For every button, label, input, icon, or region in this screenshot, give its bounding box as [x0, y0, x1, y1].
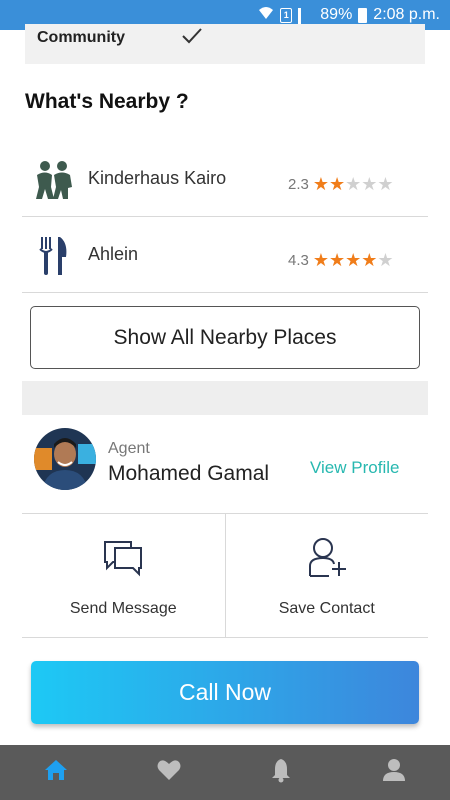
nav-notifications[interactable] — [251, 745, 311, 800]
user-icon — [381, 757, 407, 788]
sim-icon: 1 — [280, 7, 293, 23]
send-message-label: Send Message — [69, 600, 177, 617]
children-icon — [32, 159, 76, 201]
star-empty-icon: ★ — [345, 174, 362, 194]
view-profile-link[interactable]: View Profile — [310, 458, 399, 478]
nearby-name: Kinderhaus Kairo — [88, 168, 227, 188]
amenity-row: Community — [25, 24, 425, 64]
star-filled-icon: ★ — [361, 250, 378, 270]
check-icon — [181, 27, 203, 45]
nearby-item[interactable]: Ahlein 4.3 ★ ★ ★ ★ ★ — [22, 217, 428, 293]
battery-icon — [358, 7, 368, 23]
wifi-icon — [258, 6, 274, 25]
star-empty-icon: ★ — [377, 250, 394, 270]
nearby-item[interactable]: Kinderhaus Kairo 2.3 ★ ★ ★ ★ ★ — [22, 141, 428, 217]
bottom-nav — [0, 745, 450, 800]
star-rating: ★ ★ ★ ★ ★ — [313, 251, 394, 269]
chat-icon — [101, 536, 145, 580]
nav-home[interactable] — [26, 745, 86, 800]
nav-favorites[interactable] — [139, 745, 199, 800]
heart-icon — [156, 757, 182, 788]
contact-actions: Send Message Save Contact — [22, 513, 428, 638]
nearby-rating: 4.3 ★ ★ ★ ★ ★ — [288, 251, 394, 269]
nav-profile[interactable] — [364, 745, 424, 800]
nearby-name: Ahlein — [88, 244, 139, 264]
nearby-rating: 2.3 ★ ★ ★ ★ ★ — [288, 175, 394, 193]
save-contact-button[interactable]: Save Contact — [224, 514, 429, 637]
star-filled-icon: ★ — [329, 174, 346, 194]
star-filled-icon: ★ — [312, 174, 329, 194]
status-time: 2:08 p.m. — [373, 6, 440, 23]
star-empty-icon: ★ — [377, 174, 394, 194]
add-user-icon — [305, 536, 349, 580]
rating-value: 4.3 — [288, 251, 309, 269]
show-all-nearby-button[interactable]: Show All Nearby Places — [30, 306, 420, 369]
avatar — [34, 428, 96, 490]
star-filled-icon: ★ — [312, 250, 329, 270]
battery-percent: 89% — [320, 6, 353, 23]
bell-icon — [268, 757, 294, 788]
star-filled-icon: ★ — [329, 250, 346, 270]
agent-role: Agent — [108, 440, 150, 457]
agent-name: Mohamed Gamal — [108, 462, 270, 485]
send-message-button[interactable]: Send Message — [22, 514, 225, 637]
star-filled-icon: ★ — [345, 250, 362, 270]
restaurant-icon — [32, 235, 76, 277]
call-now-button[interactable]: Call Now — [31, 661, 419, 724]
signal-icon — [298, 8, 314, 43]
star-rating: ★ ★ ★ ★ ★ — [313, 175, 394, 193]
section-divider — [22, 381, 428, 415]
star-empty-icon: ★ — [361, 174, 378, 194]
nearby-title: What's Nearby ? — [25, 90, 189, 113]
save-contact-label: Save Contact — [278, 600, 375, 617]
rating-value: 2.3 — [288, 175, 309, 193]
home-icon — [43, 757, 69, 788]
amenity-label: Community — [37, 29, 125, 46]
